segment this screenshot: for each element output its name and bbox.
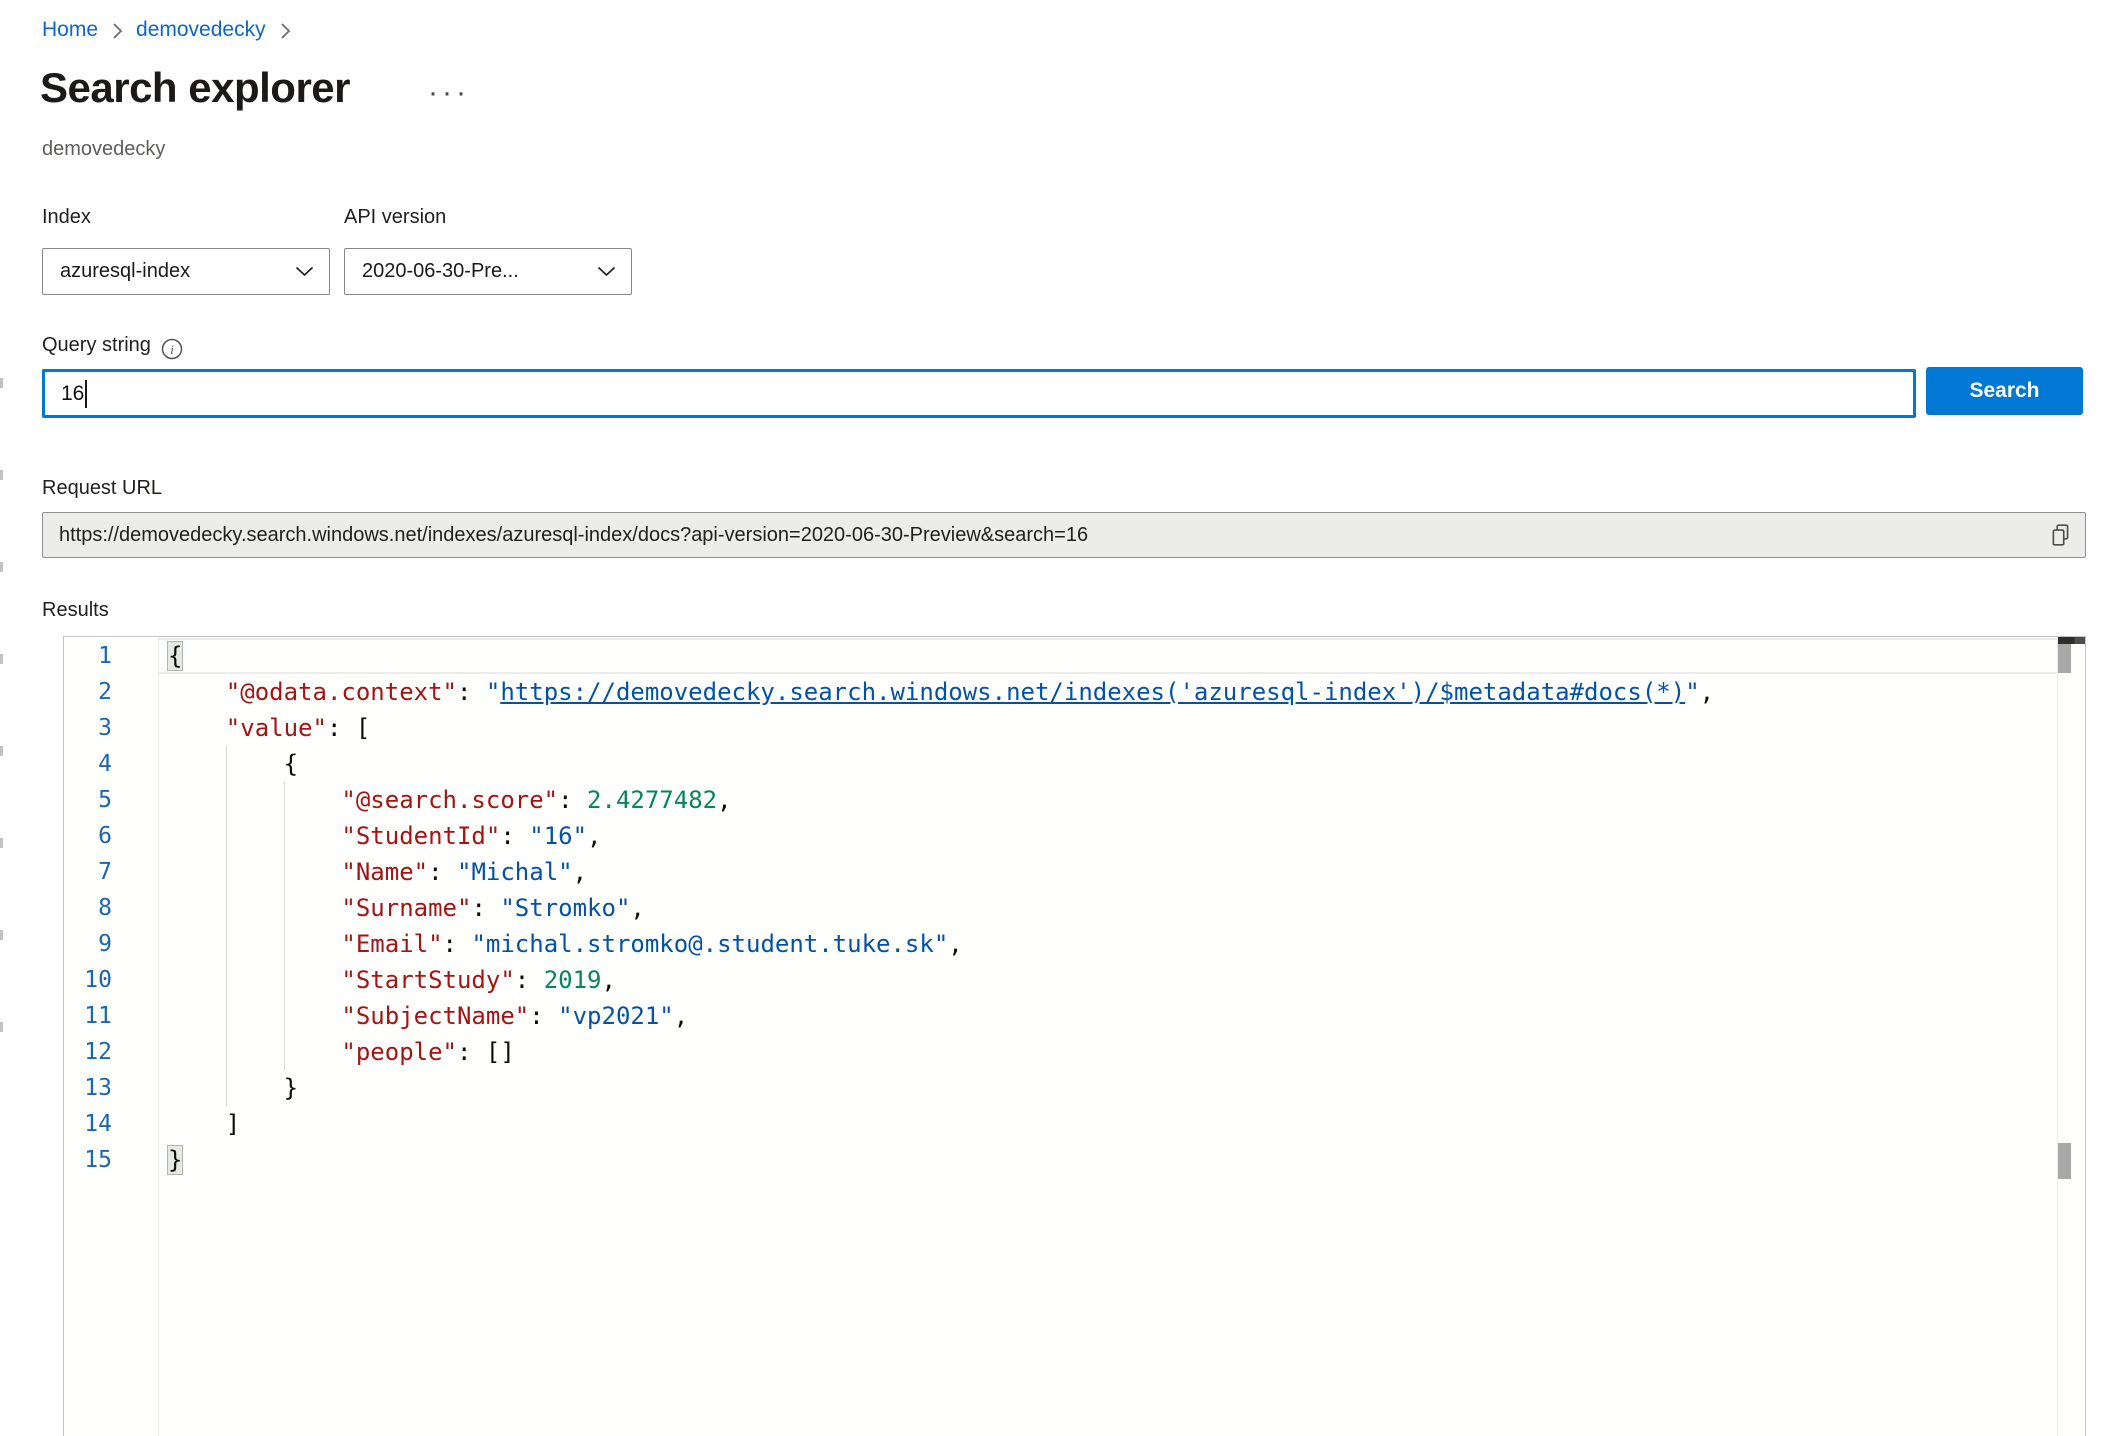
breadcrumb-link-home[interactable]: Home <box>42 18 98 42</box>
breadcrumb: Home demovedecky <box>42 18 291 42</box>
svg-text:i: i <box>170 342 174 357</box>
code-line: "StudentId": "16", <box>64 818 2057 854</box>
query-input-value: 16 <box>61 382 84 406</box>
api-version-select[interactable]: 2020-06-30-Pre... <box>344 248 632 295</box>
search-button[interactable]: Search <box>1926 367 2083 415</box>
scrollbar-thumb[interactable] <box>2058 644 2071 673</box>
code-line: "SubjectName": "vp2021", <box>64 998 2057 1034</box>
index-select-value: azuresql-index <box>60 260 190 283</box>
page-subtitle: demovedecky <box>42 138 165 161</box>
code-line: { <box>64 746 2057 782</box>
query-input[interactable]: 16 <box>42 369 1916 418</box>
request-url-label: Request URL <box>42 477 162 500</box>
code-line: "@search.score": 2.4277482, <box>64 782 2057 818</box>
scrollbar-rail <box>2057 637 2085 1436</box>
code-line: "Email": "michal.stromko@.student.tuke.s… <box>64 926 2057 962</box>
chevron-down-icon <box>597 260 616 283</box>
breadcrumb-chevron-icon <box>279 22 291 40</box>
request-url-value: https://demovedecky.search.windows.net/i… <box>59 524 2049 547</box>
code-line: } <box>64 1142 2057 1178</box>
api-version-select-value: 2020-06-30-Pre... <box>362 260 519 283</box>
code-line: } <box>64 1070 2057 1106</box>
more-menu-button[interactable]: ··· <box>428 78 470 108</box>
code-line: "@odata.context": "https://demovedecky.s… <box>64 674 2057 710</box>
results-editor[interactable]: 123456789101112131415 { "@odata.context"… <box>63 636 2086 1436</box>
copy-icon[interactable] <box>2049 522 2073 549</box>
api-version-label: API version <box>344 206 446 229</box>
overview-ruler-mark <box>2058 1143 2071 1179</box>
code-line: "StartStudy": 2019, <box>64 962 2057 998</box>
index-label: Index <box>42 206 91 229</box>
breadcrumb-link-demovedecky[interactable]: demovedecky <box>136 18 266 42</box>
overview-cursor-mark <box>2058 637 2085 644</box>
left-edge-artifact <box>0 378 3 1078</box>
breadcrumb-chevron-icon <box>111 22 123 40</box>
code-line: ] <box>64 1106 2057 1142</box>
query-string-label: Query string <box>42 334 151 357</box>
index-select[interactable]: azuresql-index <box>42 248 330 295</box>
chevron-down-icon <box>295 260 314 283</box>
code-line: "value": [ <box>64 710 2057 746</box>
text-caret <box>85 380 87 408</box>
request-url-field[interactable]: https://demovedecky.search.windows.net/i… <box>42 512 2086 558</box>
code-line: "people": [] <box>64 1034 2057 1070</box>
code-line: { <box>64 638 2057 674</box>
code-area: { "@odata.context": "https://demovedecky… <box>64 638 2057 1178</box>
results-label: Results <box>42 599 109 622</box>
code-line: "Name": "Michal", <box>64 854 2057 890</box>
code-line: "Surname": "Stromko", <box>64 890 2057 926</box>
info-icon[interactable]: i <box>160 337 184 361</box>
page-title: Search explorer <box>40 64 350 112</box>
